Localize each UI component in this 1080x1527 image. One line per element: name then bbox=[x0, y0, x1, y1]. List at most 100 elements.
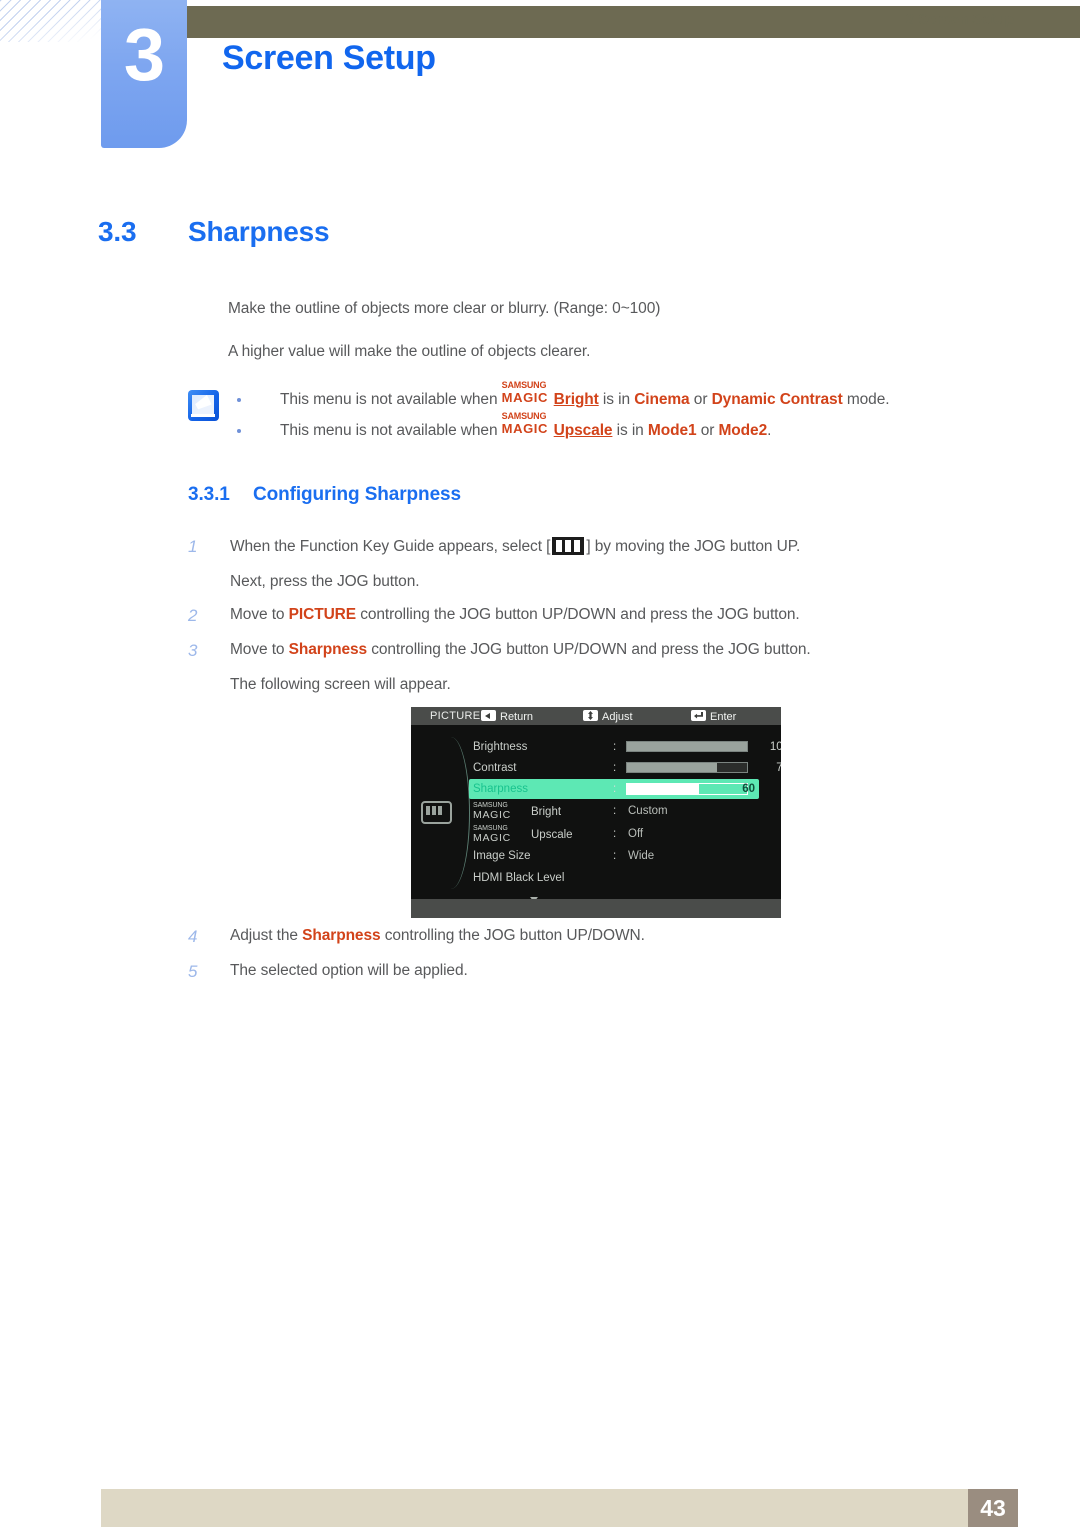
step-4-post: controlling the JOG button UP/DOWN. bbox=[380, 927, 645, 944]
samsung-magic-logo: SAMSUNG MAGIC bbox=[501, 381, 554, 406]
osd-value-contrast: 75 bbox=[776, 762, 781, 774]
step-2-number: 2 bbox=[188, 606, 198, 625]
step-3-number: 3 bbox=[188, 641, 198, 660]
page-footer-bar bbox=[101, 1489, 977, 1527]
magic-bottom-text: MAGIC bbox=[501, 390, 549, 405]
note-1-pre: This menu is not available when bbox=[280, 391, 502, 408]
note-1-mid: is in bbox=[598, 391, 635, 408]
section-number: 3.3 bbox=[98, 216, 137, 247]
section-heading: 3.3 Sharpness bbox=[98, 216, 330, 248]
osd-slider-brightness[interactable] bbox=[626, 741, 748, 752]
note-2-option-1: Mode1 bbox=[647, 422, 697, 439]
osd-samsung-magic-logo: SAMSUNG MAGIC Bright bbox=[473, 802, 561, 821]
left-arrow-key-icon bbox=[481, 710, 496, 721]
note-2-option-2: Mode2 bbox=[718, 422, 768, 439]
step-1-pre: When the Function Key Guide appears, sel… bbox=[230, 538, 551, 555]
step-5: 5 The selected option will be applied. bbox=[188, 962, 1008, 981]
osd-row-sharpness[interactable]: Sharpness : 60 bbox=[469, 779, 779, 800]
note-2-post: . bbox=[767, 422, 772, 439]
note-1-option-2: Dynamic Contrast bbox=[711, 391, 843, 408]
osd-row-magic-upscale[interactable]: SAMSUNG MAGIC Upscale : Off bbox=[473, 824, 773, 845]
osd-magic-bottom: MAGIC bbox=[473, 809, 511, 821]
osd-row-hdmi-black-level[interactable]: HDMI Black Level bbox=[473, 868, 773, 889]
step-4-pre: Adjust the bbox=[230, 927, 303, 944]
osd-slider-contrast[interactable] bbox=[626, 762, 748, 773]
enter-key-icon bbox=[691, 710, 706, 721]
intro-paragraph-2: A higher value will make the outline of … bbox=[228, 343, 591, 360]
osd-row-contrast[interactable]: Contrast : 75 bbox=[473, 758, 781, 779]
osd-footer-enter-label: Enter bbox=[710, 711, 737, 723]
osd-title: PICTURE bbox=[430, 710, 481, 722]
subsection-heading: 3.3.1 Configuring Sharpness bbox=[188, 484, 461, 506]
osd-colon: : bbox=[613, 783, 617, 795]
page-number-badge: 43 bbox=[968, 1489, 1018, 1527]
step-2-post: controlling the JOG button UP/DOWN and p… bbox=[356, 606, 800, 623]
osd-colon: : bbox=[613, 850, 617, 862]
magic-top-text: SAMSUNG bbox=[501, 380, 547, 390]
osd-colon: : bbox=[613, 805, 617, 817]
osd-colon: : bbox=[613, 828, 617, 840]
osd-samsung-magic-logo: SAMSUNG MAGIC Upscale bbox=[473, 825, 573, 844]
samsung-magic-logo: SAMSUNG MAGIC bbox=[501, 412, 554, 437]
step-2-highlight: PICTURE bbox=[288, 606, 356, 623]
note-1-post: mode. bbox=[842, 391, 890, 408]
osd-colon: : bbox=[613, 741, 617, 753]
osd-footer-return[interactable]: Return bbox=[481, 710, 533, 723]
osd-value-magic-bright: Custom bbox=[628, 805, 668, 817]
osd-footer-adjust[interactable]: Adjust bbox=[583, 710, 633, 723]
osd-row-magic-bright[interactable]: SAMSUNG MAGIC Bright : Custom bbox=[473, 801, 773, 822]
step-4-number: 4 bbox=[188, 927, 198, 946]
note-item: This menu is not available when SAMSUNG M… bbox=[237, 381, 997, 420]
osd-label-sharpness: Sharpness bbox=[473, 783, 528, 795]
osd-body: Brightness : 100 Contrast : 75 Sharpness… bbox=[411, 725, 781, 902]
osd-footer-enter[interactable]: Enter bbox=[691, 710, 736, 723]
page-footer-text: 3 Screen Setup bbox=[905, 11, 1014, 28]
note-2-mid: is in bbox=[612, 422, 648, 439]
osd-label-bright: Bright bbox=[531, 806, 562, 818]
bullet-icon bbox=[237, 398, 241, 402]
osd-magic-top: SAMSUNG bbox=[473, 802, 508, 809]
bullet-icon bbox=[237, 429, 241, 433]
note-1-option-1: Cinema bbox=[634, 391, 690, 408]
note-1-magic-word: Bright bbox=[553, 391, 599, 408]
subsection-title: Configuring Sharpness bbox=[253, 484, 461, 505]
step-2: 2 Move to PICTURE controlling the JOG bu… bbox=[188, 606, 1008, 625]
osd-value-brightness: 100 bbox=[769, 741, 781, 753]
osd-footer-return-label: Return bbox=[500, 711, 534, 723]
intro-paragraph-1: Make the outline of objects more clear o… bbox=[228, 300, 661, 317]
function-key-picture-icon bbox=[552, 537, 585, 555]
note-2-magic-word: Upscale bbox=[553, 422, 613, 439]
osd-label-hdmi-black-level: HDMI Black Level bbox=[473, 872, 565, 884]
chapter-title: Screen Setup bbox=[222, 39, 436, 77]
note-list: This menu is not available when SAMSUNG M… bbox=[237, 381, 997, 451]
section-title: Sharpness bbox=[188, 216, 330, 247]
note-2-pre: This menu is not available when bbox=[280, 422, 502, 439]
step-1-post: ] by moving the JOG button UP. bbox=[586, 538, 801, 555]
osd-row-image-size[interactable]: Image Size : Wide bbox=[473, 846, 773, 867]
note-pencil-icon bbox=[188, 390, 219, 421]
osd-label-upscale: Upscale bbox=[531, 829, 573, 841]
osd-label-brightness: Brightness bbox=[473, 741, 528, 753]
subsection-number: 3.3.1 bbox=[188, 484, 230, 505]
osd-footer bbox=[411, 899, 781, 918]
step-4: 4 Adjust the Sharpness controlling the J… bbox=[188, 927, 1008, 946]
osd-row-brightness[interactable]: Brightness : 100 bbox=[473, 737, 781, 758]
step-3-highlight: Sharpness bbox=[288, 641, 368, 658]
picture-menu-icon bbox=[421, 801, 452, 824]
step-4-highlight: Sharpness bbox=[302, 927, 381, 944]
step-5-text: The selected option will be applied. bbox=[230, 962, 468, 979]
step-1-continuation: Next, press the JOG button. bbox=[230, 573, 420, 590]
note-2-conj: or bbox=[696, 422, 719, 439]
note-1-conj: or bbox=[689, 391, 712, 408]
step-3-pre: Move to bbox=[230, 641, 289, 658]
osd-colon: : bbox=[613, 762, 617, 774]
note-item: This menu is not available when SAMSUNG M… bbox=[237, 412, 997, 451]
step-5-number: 5 bbox=[188, 962, 198, 981]
osd-label-image-size: Image Size bbox=[473, 850, 531, 862]
updown-arrow-key-icon bbox=[583, 710, 598, 721]
osd-screenshot: PICTURE Brightness : 100 Contrast : 75 S… bbox=[411, 707, 781, 918]
magic-bottom-text: MAGIC bbox=[501, 421, 549, 436]
osd-magic-bottom: MAGIC bbox=[473, 832, 511, 844]
osd-footer-adjust-label: Adjust bbox=[602, 711, 633, 723]
osd-label-contrast: Contrast bbox=[473, 762, 517, 774]
